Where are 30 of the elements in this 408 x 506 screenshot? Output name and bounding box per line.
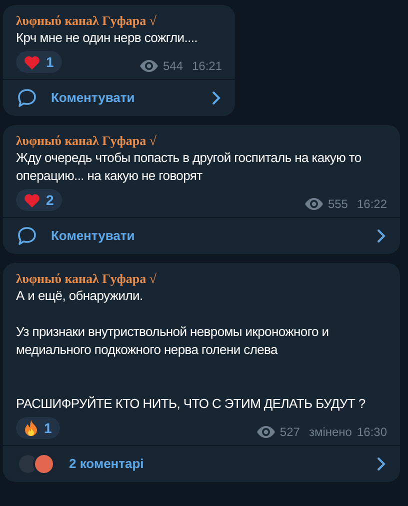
message-time: 16:21 xyxy=(192,58,222,75)
heart-icon xyxy=(24,192,40,208)
reaction-chip[interactable]: 1 xyxy=(16,51,62,73)
eye-icon xyxy=(140,60,158,72)
eye-icon xyxy=(304,198,323,210)
comment-button[interactable]: Коментувати xyxy=(3,218,400,254)
chevron-right-icon xyxy=(212,91,221,105)
view-count: 555 xyxy=(328,196,348,213)
comment-button[interactable]: Коментувати xyxy=(3,80,235,116)
view-count: 527 xyxy=(280,424,300,441)
fire-icon xyxy=(24,420,38,436)
channel-name: λυφныύ канаλ Γyфаpа √ xyxy=(16,13,158,29)
comments-link[interactable]: 2 коментарі xyxy=(3,446,400,482)
message-text: А и ещё, обнаружили. Уз признаки внутриствольной невромы икроножного и медиального подкожного нерва голени слева РАСШИФРУЙТЕ КТО НИТЬ, ЧТО С ЭТИМ ДЕЛАТЬ БУДУТ ? xyxy=(16,287,366,413)
comment-bubble-icon xyxy=(17,226,37,246)
eye-icon xyxy=(256,426,275,438)
chevron-right-icon xyxy=(377,457,386,471)
message-text: Крч мне не один нерв сожгли.... xyxy=(16,29,198,47)
reaction-chip[interactable]: 2 xyxy=(16,189,62,211)
reaction-chip[interactable]: 1 xyxy=(16,417,60,439)
edited-label: змінено xyxy=(308,424,352,441)
message-time: 16:22 xyxy=(356,196,387,213)
message-text: Жду очередь чтобы попасть в другой госпиталь на какую то операцию... на какую не говорят xyxy=(16,149,362,185)
heart-icon xyxy=(24,54,40,70)
channel-name: λυφныύ канаλ Γyфаpа √ xyxy=(16,133,158,149)
message-time: 16:30 xyxy=(356,424,387,441)
comment-bubble-icon xyxy=(17,88,37,108)
channel-name: λυφныύ канаλ Γyфаpа √ xyxy=(16,271,158,287)
view-count: 544 xyxy=(162,58,183,75)
chevron-right-icon xyxy=(377,229,386,243)
